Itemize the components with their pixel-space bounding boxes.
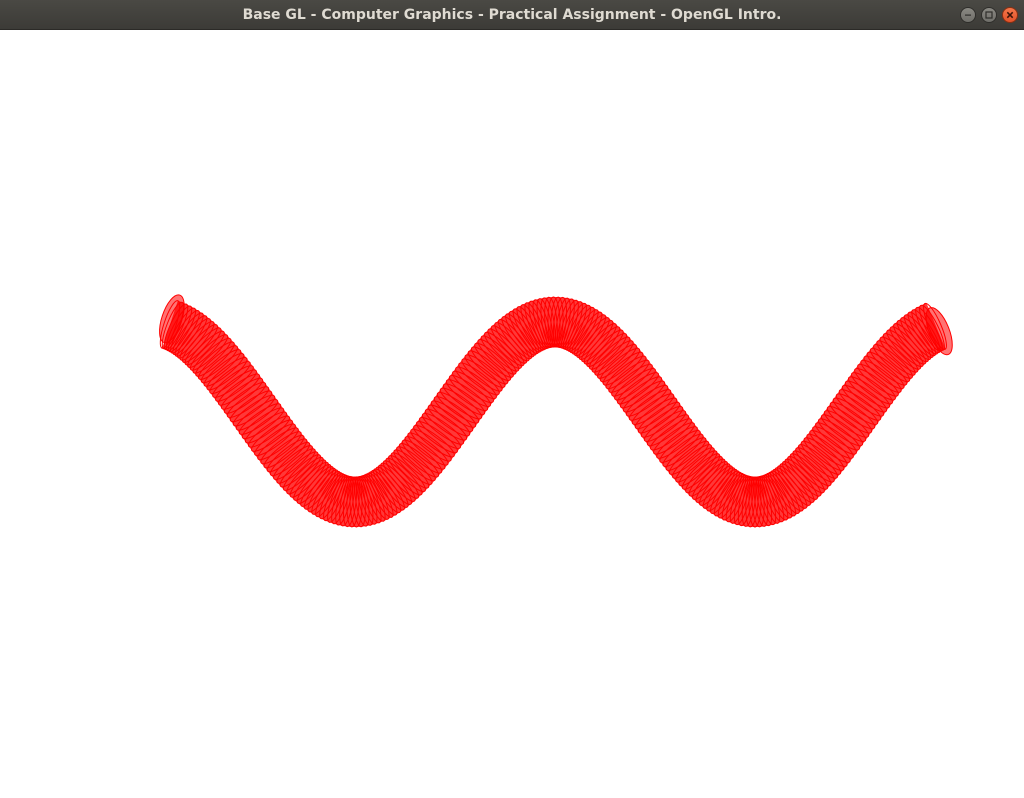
window-controls xyxy=(960,7,1018,23)
maximize-button[interactable] xyxy=(981,7,997,23)
minimize-button[interactable] xyxy=(960,7,976,23)
title-bar[interactable]: Base GL - Computer Graphics - Practical … xyxy=(0,0,1024,30)
wireframe-tube xyxy=(159,294,953,528)
window-title: Base GL - Computer Graphics - Practical … xyxy=(242,7,782,23)
render-scene xyxy=(159,294,953,528)
gl-canvas[interactable] xyxy=(0,30,1024,798)
maximize-icon xyxy=(985,11,993,19)
close-button[interactable] xyxy=(1002,7,1018,23)
app-window: Base GL - Computer Graphics - Practical … xyxy=(0,0,1024,798)
close-icon xyxy=(1006,11,1014,19)
minimize-icon xyxy=(965,14,971,16)
